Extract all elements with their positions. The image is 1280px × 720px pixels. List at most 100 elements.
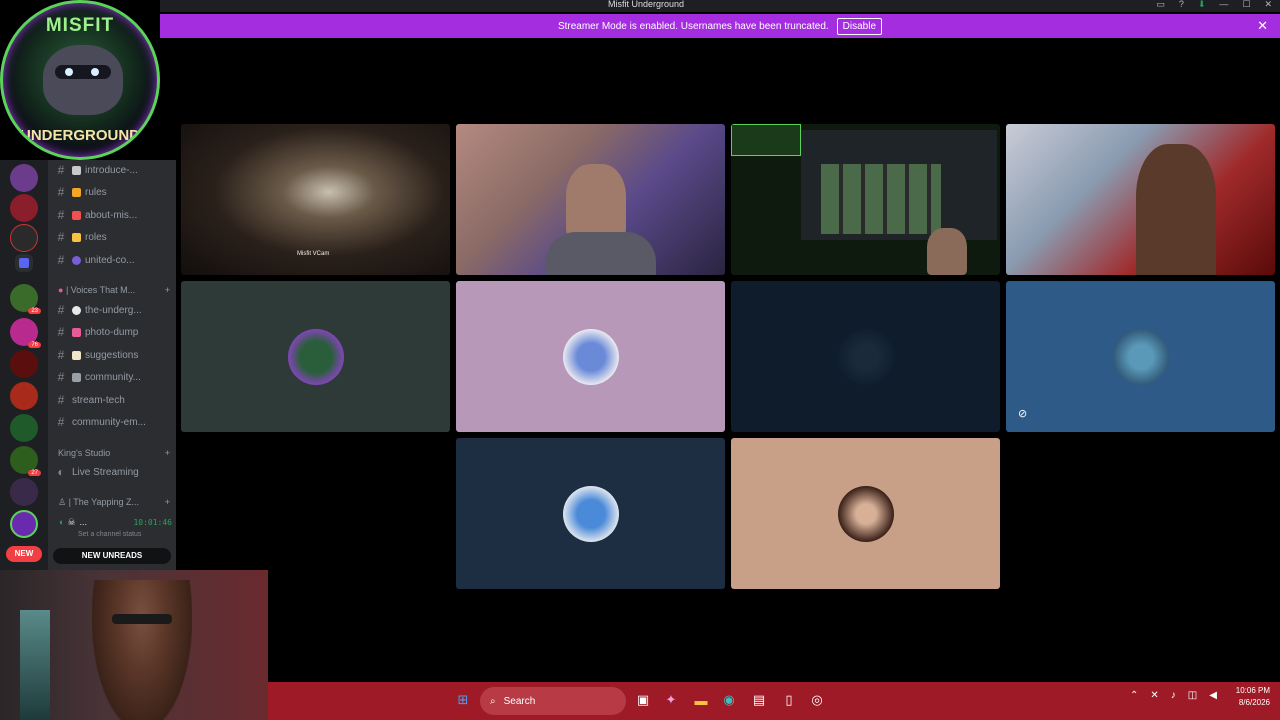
store-icon[interactable]: ▤ [748, 688, 770, 712]
inbox-icon[interactable]: ▭ [1156, 0, 1165, 9]
voice-channel-user[interactable]: ◖ ☠ ... 10:01:46 [58, 514, 172, 530]
speaker-icon: ◖ [58, 517, 64, 527]
channel-about[interactable]: # about-mis... [54, 205, 172, 225]
channel-community-em[interactable]: # community-em... [54, 412, 172, 432]
channel-united[interactable]: # united-co... [54, 250, 172, 270]
avatar-tile[interactable] [456, 438, 725, 589]
clock-time: 10:06 PM [1235, 686, 1270, 695]
server-icon[interactable] [10, 414, 38, 442]
add-channel-icon[interactable]: + [165, 497, 170, 508]
emoji-icon [72, 350, 81, 360]
streamer-webcam [0, 570, 268, 720]
system-tray: ⌃ ✕ ♪ ◫ ◀ [1130, 690, 1217, 701]
misfit-underground-logo: MISFIT UNDERGROUND [0, 0, 160, 160]
server-icon[interactable]: 27 [10, 446, 41, 476]
add-channel-icon[interactable]: + [165, 448, 170, 458]
category-voices[interactable]: ● | Voices That M... + [58, 285, 170, 295]
help-icon[interactable]: ? [1179, 0, 1184, 9]
avatar [563, 329, 619, 385]
category-kings-studio[interactable]: King's Studio + [58, 448, 170, 458]
copilot-icon[interactable]: ✦ [660, 688, 682, 712]
video-tile[interactable] [1006, 124, 1275, 275]
notification-muted-icon[interactable]: ✕ [1150, 690, 1158, 701]
folder-icon[interactable] [15, 254, 33, 272]
server-icon[interactable] [10, 224, 38, 252]
channel-status-hint[interactable]: Set a channel status [78, 531, 141, 538]
logo-line2: UNDERGROUND [20, 127, 140, 144]
maximize-button[interactable]: ☐ [1242, 0, 1250, 9]
chevron-up-icon[interactable]: ⌃ [1130, 690, 1138, 701]
video-tile[interactable] [456, 124, 725, 275]
stage-icon: ◐ [57, 465, 65, 479]
channel-suggestions[interactable]: # suggestions [54, 345, 172, 365]
network-icon[interactable]: ◫ [1188, 690, 1197, 701]
server-list: 23 76 27 [0, 160, 48, 570]
server-icon[interactable] [10, 382, 38, 410]
avatar-tile[interactable] [731, 281, 1000, 432]
video-nametag: Misfit VCam [297, 251, 330, 257]
server-icon[interactable]: 23 [10, 284, 41, 314]
avatar-tile[interactable]: ⊘ [1006, 281, 1275, 432]
windows-start-icon[interactable]: ⊞ [452, 688, 474, 712]
server-icon[interactable] [10, 478, 38, 506]
server-icon[interactable] [10, 350, 38, 378]
screen-share-tile[interactable] [731, 124, 1000, 275]
hash-icon: # [57, 393, 65, 407]
mention-badge: 23 [28, 308, 41, 314]
raccoon-icon [43, 45, 123, 115]
new-unreads-button[interactable]: NEW UNREADS [53, 548, 171, 564]
hash-icon: # [57, 303, 65, 317]
hash-icon: # [57, 415, 65, 429]
avatar [838, 329, 894, 385]
video-tile[interactable]: Misfit VCam [181, 124, 450, 275]
download-icon[interactable]: ⬇ [1198, 0, 1206, 9]
hash-icon: # [57, 348, 65, 362]
server-icon[interactable] [10, 194, 38, 222]
windows-taskbar: ⊞ ⌕ Search ▣ ✦ ▬ ◉ ▤ ▯ ◎ ⌃ ✕ ♪ ◫ ◀ 10:06… [268, 682, 1280, 720]
avatar-tile[interactable] [731, 438, 1000, 589]
hash-icon: # [57, 370, 65, 384]
voice-timer: 10:01:46 [133, 517, 172, 527]
minimize-button[interactable]: — [1219, 0, 1228, 9]
emoji-icon [72, 232, 81, 242]
new-pill[interactable]: NEW [6, 546, 42, 562]
notepad-icon[interactable]: ▯ [778, 688, 800, 712]
taskbar-search[interactable]: ⌕ Search [480, 687, 626, 715]
emoji-icon [72, 305, 81, 315]
channel-the-underground[interactable]: # the-underg... [54, 300, 172, 320]
clock-date: 8/6/2026 [1238, 698, 1270, 707]
channel-list: # introduce-... # rules # about-mis... #… [48, 160, 176, 570]
volume-icon[interactable]: ◀ [1209, 690, 1217, 701]
server-icon[interactable]: 76 [10, 318, 41, 348]
channel-live-streaming[interactable]: ◐ Live Streaming [54, 462, 172, 482]
hash-icon: # [57, 185, 65, 199]
channel-stream-tech[interactable]: # stream-tech [54, 390, 172, 410]
misfit-server-icon[interactable] [10, 510, 38, 538]
channel-photo-dump[interactable]: # photo-dump [54, 322, 172, 342]
hash-icon: # [57, 325, 65, 339]
channel-community[interactable]: # community... [54, 367, 172, 387]
mention-badge: 76 [28, 342, 41, 348]
close-icon[interactable]: ✕ [1257, 18, 1268, 34]
add-channel-icon[interactable]: + [165, 285, 170, 295]
file-explorer-icon[interactable]: ▬ [690, 688, 712, 712]
emoji-icon [72, 255, 81, 265]
avatar-tile[interactable] [456, 281, 725, 432]
edge-icon[interactable]: ◉ [718, 688, 740, 712]
hash-icon: # [57, 208, 65, 222]
channel-roles[interactable]: # roles [54, 227, 172, 247]
close-window-button[interactable]: ✕ [1264, 0, 1272, 9]
server-icon[interactable] [10, 164, 38, 192]
obs-icon[interactable]: ◎ [806, 688, 828, 712]
emoji-icon [72, 187, 81, 197]
task-view-icon[interactable]: ▣ [632, 688, 654, 712]
channel-introduce[interactable]: # introduce-... [54, 160, 172, 180]
category-yapping[interactable]: ♙ | The Yapping Z... + [58, 497, 170, 508]
avatar [838, 486, 894, 542]
hash-icon: # [57, 253, 65, 267]
mic-icon[interactable]: ♪ [1171, 690, 1176, 701]
taskbar-clock[interactable]: 10:06 PM 8/6/2026 [1236, 685, 1270, 709]
avatar-tile[interactable] [181, 281, 450, 432]
disable-streamer-mode-button[interactable]: Disable [836, 17, 883, 35]
channel-rules[interactable]: # rules [54, 182, 172, 202]
